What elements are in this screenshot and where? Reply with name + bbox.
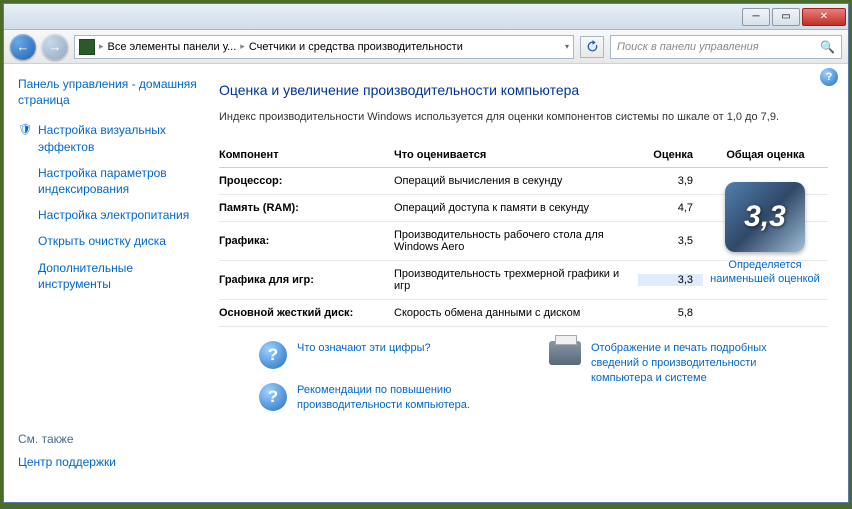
sidebar-link-action-center[interactable]: Центр поддержки <box>18 454 199 470</box>
chevron-down-icon[interactable]: ▾ <box>565 42 569 51</box>
page-description: Индекс производительности Windows исполь… <box>219 110 828 125</box>
help-icon[interactable]: ? <box>820 68 838 86</box>
sidebar: Панель управления - домашняя страница 🛡 … <box>4 64 209 502</box>
base-score-badge: 3,3 <box>725 182 805 252</box>
sidebar-link-label: Настройка визуальных эффектов <box>38 122 199 154</box>
sidebar-link-visual-effects[interactable]: 🛡 Настройка визуальных эффектов <box>18 122 199 154</box>
page-heading: Оценка и увеличение производительности к… <box>219 82 828 98</box>
header-whatrated: Что оценивается <box>394 149 638 161</box>
address-bar[interactable]: ▸ Все элементы панели у... ▸ Счетчики и … <box>74 35 574 59</box>
row-name: Графика для игр: <box>219 274 394 286</box>
printer-icon <box>549 341 581 365</box>
sidebar-link-indexing[interactable]: Настройка параметров индексирования <box>18 165 199 197</box>
sidebar-link-label: Центр поддержки <box>18 454 116 470</box>
row-desc: Операций доступа к памяти в секунду <box>394 202 638 214</box>
link-what-numbers[interactable]: ? Что означают эти цифры? <box>259 341 519 369</box>
row-desc: Производительность рабочего стола для Wi… <box>394 229 638 253</box>
link-print-details[interactable]: Отображение и печать подробных сведений … <box>549 341 809 413</box>
spacer-icon <box>18 166 32 180</box>
row-score: 3,9 <box>638 175 703 187</box>
minimize-button[interactable]: ─ <box>742 8 770 26</box>
control-panel-home-link[interactable]: Панель управления - домашняя страница <box>18 76 199 108</box>
table-row: Основной жесткий диск: Скорость обмена д… <box>219 300 828 327</box>
search-icon: 🔍 <box>820 40 835 54</box>
forward-button[interactable]: → <box>42 34 68 60</box>
row-desc: Производительность трехмерной графики и … <box>394 268 638 292</box>
maximize-button[interactable]: ▭ <box>772 8 800 26</box>
spacer-icon <box>18 261 32 275</box>
link-label: Что означают эти цифры? <box>297 341 431 356</box>
search-input[interactable]: Поиск в панели управления 🔍 <box>610 35 842 59</box>
row-desc: Операций вычисления в секунду <box>394 175 638 187</box>
header-basescore: Общая оценка <box>703 149 828 161</box>
control-panel-window: ─ ▭ ✕ ← → ▸ Все элементы панели у... ▸ С… <box>3 3 849 503</box>
sidebar-link-label: Настройка электропитания <box>38 207 189 223</box>
control-panel-icon <box>79 39 95 55</box>
search-placeholder: Поиск в панели управления <box>617 41 759 53</box>
sidebar-link-label: Открыть очистку диска <box>38 233 166 249</box>
sidebar-link-advanced-tools[interactable]: Дополнительные инструменты <box>18 260 199 292</box>
row-name: Основной жесткий диск: <box>219 307 394 319</box>
row-score: 5,8 <box>638 307 703 319</box>
close-button[interactable]: ✕ <box>802 8 846 26</box>
header-subscore: Оценка <box>638 149 703 161</box>
row-score: 4,7 <box>638 202 703 214</box>
see-also-label: См. также <box>18 432 199 446</box>
shield-icon: 🛡 <box>18 123 32 137</box>
sidebar-link-label: Дополнительные инструменты <box>38 260 199 292</box>
row-score-lowest: 3,3 <box>638 274 703 286</box>
chevron-right-icon: ▸ <box>99 41 104 52</box>
titlebar: ─ ▭ ✕ <box>4 4 848 30</box>
row-name: Процессор: <box>219 175 394 187</box>
link-label: Рекомендации по повышению производительн… <box>297 383 519 413</box>
sidebar-link-power[interactable]: Настройка электропитания <box>18 207 199 223</box>
refresh-icon <box>586 40 599 53</box>
spacer-icon <box>18 208 32 222</box>
table-header: Компонент Что оценивается Оценка Общая о… <box>219 143 828 168</box>
sidebar-link-label: Настройка параметров индексирования <box>38 165 199 197</box>
main-panel: ? Оценка и увеличение производительности… <box>209 64 848 502</box>
row-name: Графика: <box>219 235 394 247</box>
breadcrumb-seg1[interactable]: Все элементы панели у... <box>108 41 237 53</box>
help-icon: ? <box>259 383 287 411</box>
row-score: 3,5 <box>638 235 703 247</box>
breadcrumb-seg2[interactable]: Счетчики и средства производительности <box>249 41 463 53</box>
bottom-links: ? Что означают эти цифры? ? Рекомендации… <box>219 341 828 413</box>
base-score-label[interactable]: Определяется наименьшей оценкой <box>710 258 820 287</box>
help-icon: ? <box>259 341 287 369</box>
refresh-button[interactable] <box>580 36 604 58</box>
back-button[interactable]: ← <box>10 34 36 60</box>
link-tips[interactable]: ? Рекомендации по повышению производител… <box>259 383 519 413</box>
content-area: Панель управления - домашняя страница 🛡 … <box>4 64 848 502</box>
base-score-widget: 3,3 Определяется наименьшей оценкой <box>710 182 820 287</box>
header-component: Компонент <box>219 149 394 161</box>
sidebar-link-disk-cleanup[interactable]: Открыть очистку диска <box>18 233 199 249</box>
spacer-icon <box>18 234 32 248</box>
row-name: Память (RAM): <box>219 202 394 214</box>
nav-toolbar: ← → ▸ Все элементы панели у... ▸ Счетчик… <box>4 30 848 64</box>
row-desc: Скорость обмена данными с диском <box>394 307 638 319</box>
chevron-right-icon: ▸ <box>240 41 245 52</box>
link-label: Отображение и печать подробных сведений … <box>591 341 809 386</box>
